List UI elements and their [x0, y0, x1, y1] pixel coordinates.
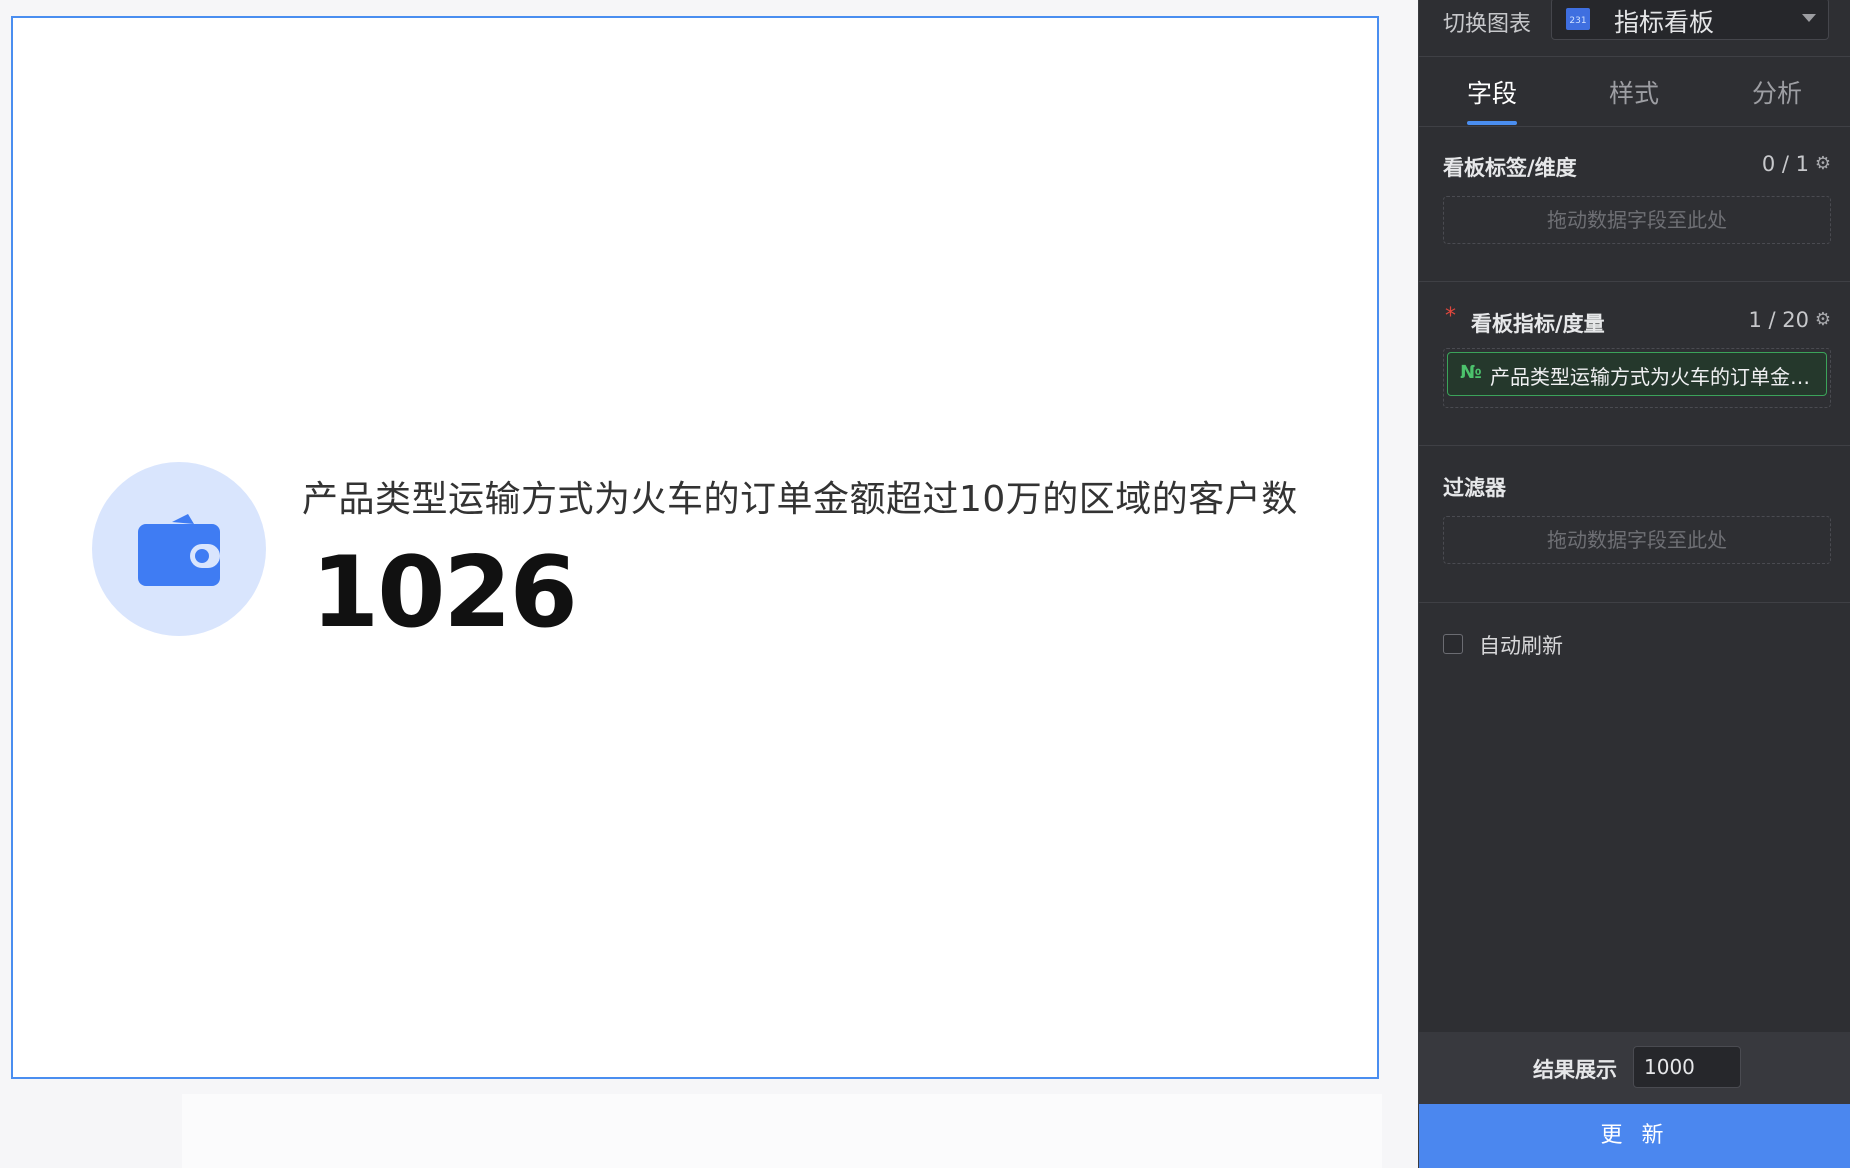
- measure-field-label: 产品类型运输方式为火车的订单金额超过10万的区域的客户数: [1490, 365, 1814, 389]
- metric-title: 产品类型运输方式为火车的订单金额超过10万的区域的客户数: [302, 479, 1298, 520]
- measure-title: 看板指标/度量: [1471, 312, 1605, 336]
- chart-type-value: 指标看板: [1614, 8, 1715, 37]
- gear-icon[interactable]: ⚙: [1815, 309, 1831, 330]
- gear-icon[interactable]: ⚙: [1815, 153, 1831, 174]
- measure-drop-zone[interactable]: № 产品类型运输方式为火车的订单金额超过10万的区域的客户数: [1443, 348, 1831, 408]
- result-display-label: 结果展示: [1533, 1058, 1617, 1082]
- config-panel: 切换图表 231 指标看板 字段 样式 分析 看板标签/维度 0 / 1 ⚙ 拖…: [1418, 0, 1850, 1168]
- panel-tabs: 字段 样式 分析: [1419, 56, 1850, 127]
- active-tab-indicator: [1467, 121, 1517, 125]
- auto-refresh-checkbox[interactable]: [1443, 634, 1463, 654]
- auto-refresh-label: 自动刷新: [1479, 634, 1563, 658]
- measure-field-pill[interactable]: № 产品类型运输方式为火车的订单金额超过10万的区域的客户数: [1447, 352, 1827, 396]
- bottom-strip: [182, 1094, 1382, 1168]
- filter-title: 过滤器: [1443, 476, 1506, 500]
- dimension-title: 看板标签/维度: [1443, 156, 1577, 180]
- calendar-icon: 231: [1566, 8, 1590, 30]
- number-field-icon: №: [1460, 362, 1482, 383]
- result-limit-input[interactable]: [1633, 1046, 1741, 1088]
- chart-type-select[interactable]: 231 指标看板: [1551, 0, 1829, 40]
- tab-style[interactable]: 样式: [1609, 74, 1659, 110]
- update-button[interactable]: 更 新: [1419, 1104, 1850, 1168]
- wallet-icon: [138, 514, 220, 586]
- metric-value: 1026: [311, 536, 578, 650]
- dimension-count: 0 / 1: [1761, 152, 1809, 176]
- dimension-drop-zone[interactable]: 拖动数据字段至此处: [1443, 196, 1831, 244]
- measure-count: 1 / 20: [1748, 308, 1809, 332]
- metric-card[interactable]: 产品类型运输方式为火车的订单金额超过10万的区域的客户数 1026: [11, 16, 1379, 1079]
- result-display-row: 结果展示: [1419, 1032, 1850, 1104]
- chevron-down-icon: [1802, 14, 1816, 22]
- wallet-icon-badge: [92, 462, 266, 636]
- filter-section: 过滤器 拖动数据字段至此处: [1419, 446, 1850, 603]
- tab-fields[interactable]: 字段: [1467, 74, 1517, 110]
- tab-analysis[interactable]: 分析: [1752, 74, 1802, 110]
- switch-chart-label: 切换图表: [1443, 12, 1532, 37]
- filter-drop-zone[interactable]: 拖动数据字段至此处: [1443, 516, 1831, 564]
- switch-chart-row: 切换图表 231 指标看板: [1419, 0, 1850, 57]
- required-mark: *: [1445, 304, 1456, 329]
- canvas-area: 产品类型运输方式为火车的订单金额超过10万的区域的客户数 1026: [0, 0, 1418, 1168]
- dimension-section: 看板标签/维度 0 / 1 ⚙ 拖动数据字段至此处: [1419, 126, 1850, 282]
